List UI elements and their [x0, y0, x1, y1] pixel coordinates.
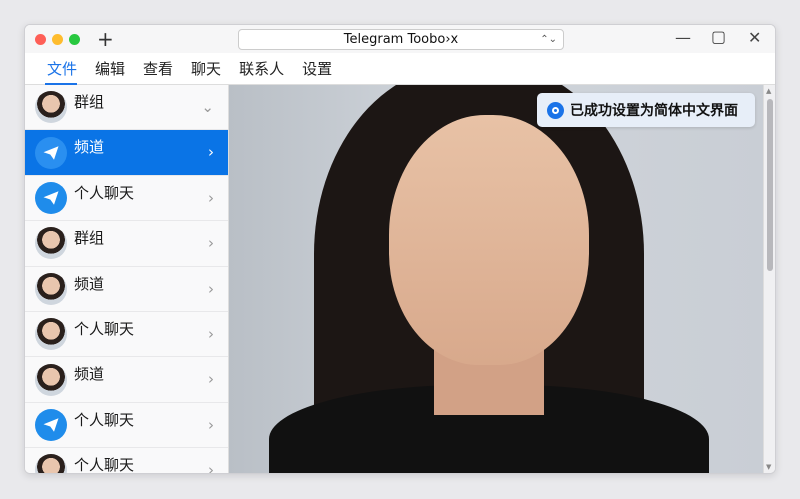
chevron-right-icon: › [208, 415, 214, 434]
chat-sidebar: 群组 ⌄ 频道 › 个人聊天 › 群组 › 频道 › 个人聊天 › 频道 › 个人聊天 › 个人聊天 › [25, 85, 229, 473]
sidebar-item[interactable]: 群组 ⌄ [25, 85, 228, 131]
avatar [35, 91, 67, 124]
minimize-icon[interactable]: — [675, 28, 691, 47]
scrollbar-thumb[interactable] [767, 99, 773, 271]
menu-item[interactable]: 文件 [39, 53, 85, 85]
minimize-window-button[interactable] [52, 34, 63, 45]
close-icon[interactable]: ✕ [748, 28, 761, 47]
menu-item[interactable]: 联系人 [231, 53, 292, 84]
sidebar-item[interactable]: 群组 › [25, 221, 228, 267]
updown-chevron-icon: ⌃⌄ [540, 34, 557, 45]
avatar [35, 227, 67, 260]
title-selector[interactable]: Telegram Toobo›x ⌃⌄ [238, 29, 564, 50]
chevron-right-icon: › [208, 188, 214, 207]
sidebar-item[interactable]: 个人聊天 › [25, 448, 228, 473]
sidebar-item-label: 群组 [74, 229, 105, 248]
menu-bar: 文件 编辑 查看 聊天 联系人 设置 [25, 53, 775, 85]
chevron-right-icon: › [208, 370, 214, 389]
avatar [35, 272, 67, 305]
maximize-icon[interactable]: ▢ [711, 27, 726, 46]
portrait-photo: 已成功设置为简体中文界面 [229, 85, 763, 473]
chevron-down-icon: ⌄ [201, 98, 214, 116]
zoom-window-button[interactable] [69, 34, 80, 45]
sidebar-item[interactable]: 频道 › [25, 130, 228, 176]
scrollbar[interactable]: ▲ ▼ [763, 85, 775, 473]
avatar [35, 318, 67, 351]
scroll-up-icon[interactable]: ▲ [766, 87, 771, 95]
sidebar-item[interactable]: 个人聊天 › [25, 312, 228, 358]
menu-item[interactable]: 聊天 [183, 53, 229, 84]
success-toast: 已成功设置为简体中文界面 [537, 93, 755, 127]
new-tab-plus-icon[interactable]: + [97, 27, 114, 51]
menu-item[interactable]: 设置 [294, 53, 340, 84]
telegram-icon [35, 408, 67, 441]
avatar [35, 454, 67, 473]
sidebar-item-label: 频道 [74, 274, 105, 293]
chevron-right-icon: › [208, 461, 214, 473]
window-title: Telegram Toobo›x [343, 32, 459, 47]
chevron-right-icon: › [208, 234, 214, 253]
menu-item[interactable]: 查看 [135, 53, 181, 84]
telegram-icon [35, 136, 67, 169]
sidebar-item[interactable]: 个人聊天 › [25, 403, 228, 449]
telegram-icon [35, 181, 67, 214]
toast-text: 已成功设置为简体中文界面 [570, 103, 738, 119]
app-window: + Telegram Toobo›x ⌃⌄ — ▢ ✕ 文件 编辑 查看 聊天 联系人 设置… [24, 24, 776, 474]
sidebar-item-label: 频道 [74, 365, 105, 384]
sidebar-item-label: 群组 [74, 93, 105, 111]
chevron-right-icon: › [208, 324, 214, 343]
sidebar-item-label: 个人聊天 [74, 183, 135, 202]
sidebar-item-label: 个人聊天 [74, 319, 135, 338]
sidebar-item-label: 个人聊天 [74, 410, 135, 429]
close-window-button[interactable] [35, 34, 46, 45]
sidebar-item[interactable]: 频道 › [25, 267, 228, 312]
title-bar: + Telegram Toobo›x ⌃⌄ — ▢ ✕ [25, 25, 775, 53]
avatar [35, 363, 67, 396]
scroll-down-icon[interactable]: ▼ [766, 463, 771, 471]
sidebar-item-label: 频道 [74, 138, 105, 157]
chevron-right-icon: › [208, 279, 214, 298]
sidebar-item[interactable]: 个人聊天 › [25, 176, 228, 222]
location-pin-icon [547, 101, 564, 119]
sidebar-item[interactable]: 频道 › [25, 357, 228, 403]
sidebar-item-label: 个人聊天 [74, 456, 135, 473]
chevron-right-icon: › [208, 143, 214, 162]
menu-item[interactable]: 编辑 [87, 53, 133, 84]
